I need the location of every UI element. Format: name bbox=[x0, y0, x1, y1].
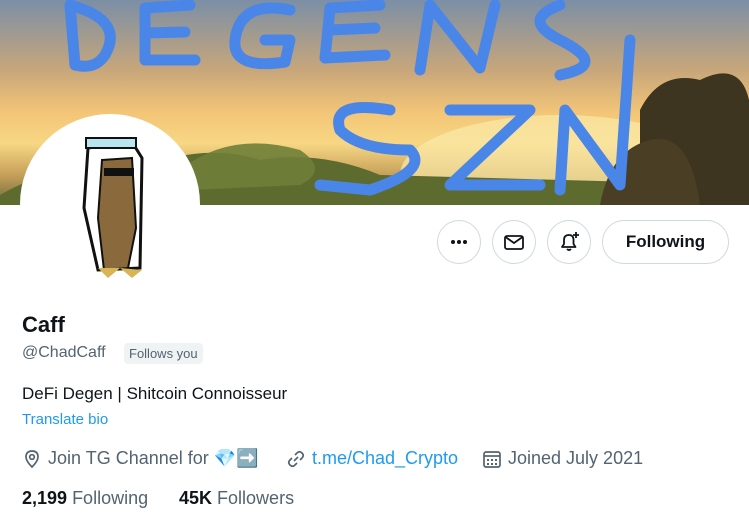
url-link[interactable]: t.me/Chad_Crypto bbox=[312, 448, 458, 469]
followers-stat[interactable]: 45K Followers bbox=[179, 488, 294, 509]
following-button[interactable]: Following bbox=[602, 220, 729, 264]
location-text: Join TG Channel for bbox=[48, 448, 209, 468]
profile-url[interactable]: t.me/Chad_Crypto bbox=[286, 448, 458, 469]
joined-text: Joined July 2021 bbox=[508, 448, 644, 468]
followers-count: 45K bbox=[179, 488, 213, 508]
mail-icon bbox=[504, 235, 524, 250]
profile-name: Caff bbox=[22, 312, 65, 337]
message-button[interactable] bbox=[492, 220, 536, 264]
more-button[interactable] bbox=[437, 220, 481, 264]
follows-you-badge: Follows you bbox=[124, 343, 203, 364]
profile-avatar[interactable] bbox=[20, 114, 200, 294]
avatar-image bbox=[82, 137, 144, 278]
profile-bio: DeFi Degen | Shitcoin Connoisseur bbox=[22, 384, 288, 403]
following-stat[interactable]: 2,199 Following bbox=[22, 488, 148, 509]
profile-location: Join TG Channel for 💎➡️ bbox=[22, 448, 259, 469]
following-count: 2,199 bbox=[22, 488, 68, 508]
notify-button[interactable] bbox=[547, 220, 591, 264]
profile-joined: Joined July 2021 bbox=[482, 448, 643, 469]
location-icon bbox=[25, 449, 39, 468]
location-emojis: 💎➡️ bbox=[213, 448, 259, 468]
more-icon bbox=[451, 240, 467, 244]
calendar-icon bbox=[483, 450, 501, 468]
following-label: Following bbox=[72, 488, 149, 508]
followers-label: Followers bbox=[217, 488, 295, 508]
profile-handle: @ChadCaff bbox=[22, 344, 106, 361]
link-icon bbox=[287, 450, 305, 467]
bell-plus-icon bbox=[561, 232, 579, 251]
translate-bio-link[interactable]: Translate bio bbox=[22, 411, 108, 428]
